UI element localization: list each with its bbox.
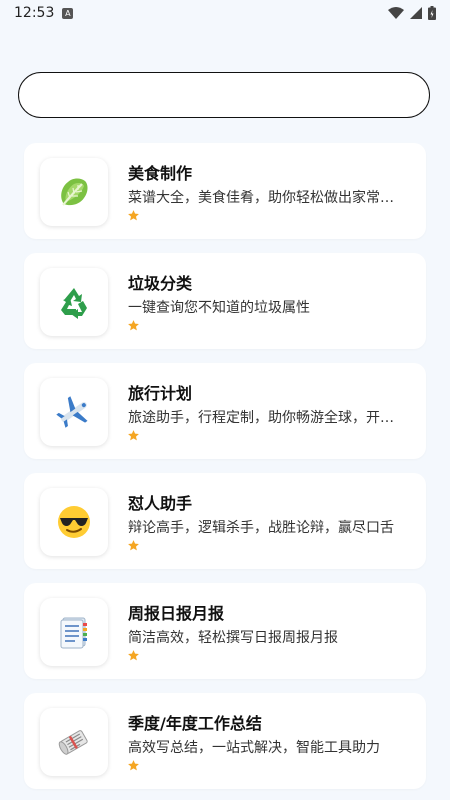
card-title: 怼人助手 xyxy=(128,494,193,513)
recycle-icon xyxy=(61,288,87,319)
card-title: 美食制作 xyxy=(128,164,193,183)
status-bar: 12:53 A xyxy=(0,0,450,26)
star-icon xyxy=(128,430,139,441)
star-icon xyxy=(128,320,139,331)
card-travel-plan[interactable]: 旅行计划 旅途助手，行程定制，助你畅游全球，开启美好旅程 xyxy=(24,363,426,459)
search-input[interactable] xyxy=(37,85,411,105)
newspaper-roll-icon xyxy=(58,730,88,755)
battery-icon xyxy=(428,6,436,20)
signal-icon xyxy=(410,7,422,19)
notepad-icon xyxy=(60,617,87,649)
card-description: 菜谱大全，美食佳肴，助你轻松做出家常美味 xyxy=(128,190,406,206)
card-description: 辩论高手，逻辑杀手，战胜论辩，赢尽口舌 xyxy=(128,520,394,536)
card-work-summary[interactable]: 季度/年度工作总结 高效写总结，一站式解决，智能工具助力 xyxy=(24,693,426,789)
status-left: 12:53 A xyxy=(14,5,74,21)
card-title: 季度/年度工作总结 xyxy=(128,714,262,733)
star-icon xyxy=(128,210,139,221)
card-title: 垃圾分类 xyxy=(128,274,193,293)
airplane-icon xyxy=(56,396,88,428)
card-icon-container xyxy=(40,378,108,446)
card-garbage-sorting[interactable]: 垃圾分类 一键查询您不知道的垃圾属性 xyxy=(24,253,426,349)
wifi-icon xyxy=(388,7,404,19)
star-icon xyxy=(128,650,139,661)
card-icon-container xyxy=(40,158,108,226)
card-description: 简洁高效，轻松撰写日报周报月报 xyxy=(128,630,338,646)
card-description: 一键查询您不知道的垃圾属性 xyxy=(128,300,310,316)
card-description: 高效写总结，一站式解决，智能工具助力 xyxy=(128,740,380,756)
card-roast-assistant[interactable]: 怼人助手 辩论高手，逻辑杀手，战胜论辩，赢尽口舌 xyxy=(24,473,426,569)
card-icon-container xyxy=(40,598,108,666)
search-box[interactable] xyxy=(18,72,430,118)
card-title: 周报日报月报 xyxy=(128,604,225,623)
notification-icon: A xyxy=(62,7,74,19)
card-report-writer[interactable]: 周报日报月报 简洁高效，轻松撰写日报周报月报 xyxy=(24,583,426,679)
card-title: 旅行计划 xyxy=(128,384,193,403)
card-description: 旅途助手，行程定制，助你畅游全球，开启美好旅程 xyxy=(128,410,406,426)
star-icon xyxy=(128,540,139,551)
card-food-recipes[interactable]: 美食制作 菜谱大全，美食佳肴，助你轻松做出家常美味 xyxy=(24,143,426,239)
sunglasses-face-icon xyxy=(58,506,90,538)
card-icon-container xyxy=(40,488,108,556)
lettuce-icon xyxy=(61,178,88,206)
card-icon-container xyxy=(40,708,108,776)
card-icon-container xyxy=(40,268,108,336)
star-icon xyxy=(128,760,139,771)
status-time: 12:53 xyxy=(14,5,55,21)
status-right xyxy=(388,6,436,20)
